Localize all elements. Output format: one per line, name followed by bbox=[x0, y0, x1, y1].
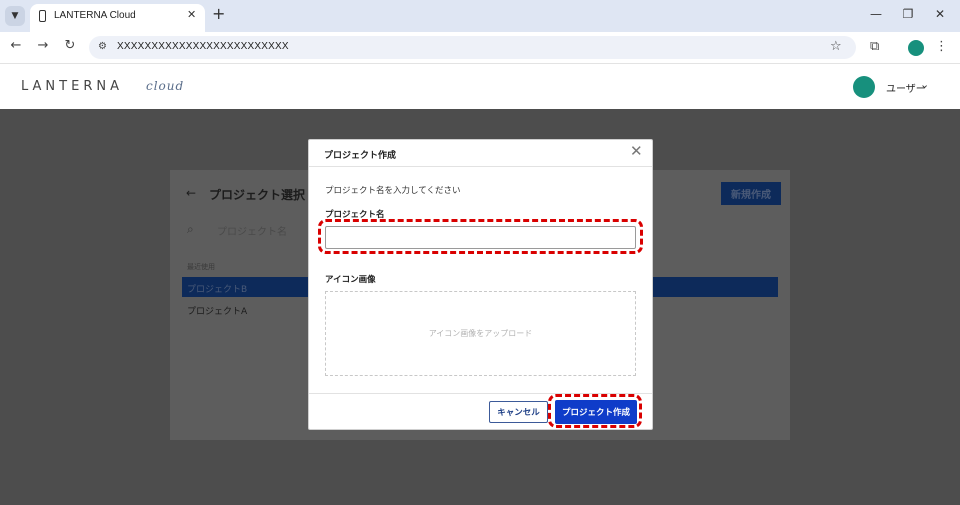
divider bbox=[309, 166, 652, 167]
restore-icon[interactable]: ❐ bbox=[898, 7, 918, 21]
project-row-label: プロジェクトB bbox=[187, 285, 248, 295]
tab-close-icon[interactable]: ✕ bbox=[187, 8, 196, 21]
cancel-button[interactable]: キャンセル bbox=[489, 401, 548, 423]
logo-text: LANTERNA bbox=[21, 79, 123, 94]
icon-image-label: アイコン画像 bbox=[325, 275, 376, 285]
chevron-down-icon[interactable]: ⌄ bbox=[920, 78, 929, 91]
project-search-placeholder: プロジェクト名 bbox=[217, 227, 287, 238]
search-icon: ⌕ bbox=[187, 222, 194, 236]
dialog-title: プロジェクト作成 bbox=[324, 151, 397, 161]
app-header: LANTERNA cloud ユーザー ⌄ bbox=[0, 65, 960, 109]
project-select-title: プロジェクト選択 bbox=[209, 188, 306, 202]
address-bar[interactable]: ⚙ XXXXXXXXXXXXXXXXXXXXXXXXX ☆ bbox=[89, 36, 856, 59]
new-tab-icon[interactable]: + bbox=[212, 4, 225, 23]
url-text: XXXXXXXXXXXXXXXXXXXXXXXXX bbox=[117, 41, 289, 52]
user-avatar[interactable] bbox=[853, 76, 875, 98]
site-settings-icon[interactable]: ⚙ bbox=[98, 41, 107, 52]
profile-avatar-icon[interactable] bbox=[908, 40, 924, 56]
highlight-project-name bbox=[318, 219, 643, 254]
back-icon[interactable]: ← bbox=[8, 38, 24, 53]
upload-text: アイコン画像をアップロード bbox=[428, 329, 533, 338]
browser-tab[interactable]: LANTERNA Cloud ✕ bbox=[30, 4, 205, 32]
extensions-icon[interactable]: ⧉ bbox=[870, 39, 879, 54]
close-icon[interactable]: ✕ bbox=[630, 142, 643, 160]
logo-subtext: cloud bbox=[146, 79, 185, 93]
forward-icon[interactable]: → bbox=[35, 38, 51, 53]
new-project-button: 新規作成 bbox=[721, 182, 781, 205]
tab-title: LANTERNA Cloud bbox=[54, 10, 136, 21]
arrow-left-icon: ← bbox=[186, 186, 197, 200]
recent-section-label: 最近使用 bbox=[187, 263, 215, 271]
reload-icon[interactable]: ↻ bbox=[62, 38, 78, 53]
highlight-create-button bbox=[548, 394, 642, 428]
dialog-description: プロジェクト名を入力してください bbox=[325, 186, 461, 196]
icon-upload-area[interactable]: アイコン画像をアップロード bbox=[325, 291, 636, 376]
window-close-icon[interactable]: ✕ bbox=[930, 7, 950, 21]
tab-search-menu-icon[interactable]: ▼ bbox=[5, 6, 25, 26]
browser-tab-bar: ▼ LANTERNA Cloud ✕ + — ❐ ✕ bbox=[0, 0, 960, 32]
browser-menu-icon[interactable]: ⋮ bbox=[935, 39, 948, 54]
bookmark-star-icon[interactable]: ☆ bbox=[830, 39, 842, 54]
phone-icon bbox=[39, 10, 46, 22]
project-row-label: プロジェクトA bbox=[187, 307, 248, 317]
minimize-icon[interactable]: — bbox=[866, 7, 886, 21]
browser-toolbar: ← → ↻ ⚙ XXXXXXXXXXXXXXXXXXXXXXXXX ☆ ⧉ ⋮ bbox=[0, 32, 960, 64]
create-project-dialog: プロジェクト作成 ✕ プロジェクト名を入力してください プロジェクト名 アイコン… bbox=[308, 139, 653, 430]
